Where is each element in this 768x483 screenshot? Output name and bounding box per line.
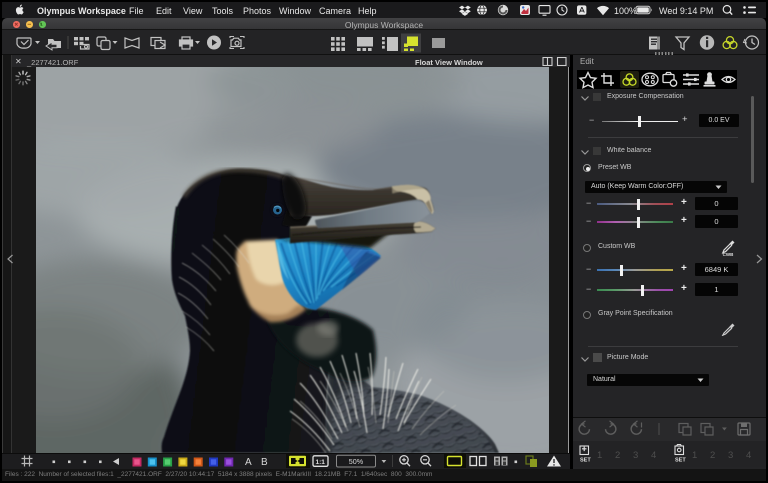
svg-text:1: 1 — [692, 450, 697, 461]
svg-text:4: 4 — [651, 450, 656, 461]
svg-text:SET: SET — [580, 458, 591, 464]
svg-text:2: 2 — [710, 450, 715, 461]
svg-text:A: A — [245, 457, 252, 468]
svg-text:50%: 50% — [349, 457, 364, 466]
svg-text:CWB: CWB — [723, 252, 734, 257]
svg-text:SET: SET — [675, 458, 686, 464]
svg-text:3: 3 — [728, 450, 733, 461]
svg-text:3: 3 — [633, 450, 638, 461]
svg-text:2: 2 — [615, 450, 620, 461]
svg-text:1:1: 1:1 — [316, 459, 326, 466]
svg-text:4: 4 — [746, 450, 751, 461]
svg-text:1: 1 — [597, 450, 602, 461]
svg-text:B: B — [261, 457, 268, 468]
